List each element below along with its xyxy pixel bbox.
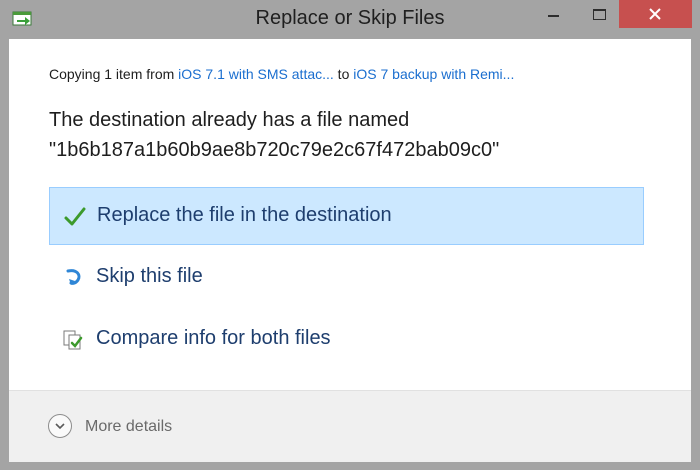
skip-file-label: Skip this file xyxy=(96,265,203,287)
replace-file-option[interactable]: Replace the file in the destination xyxy=(49,187,644,245)
copying-to: to xyxy=(333,66,354,82)
copying-summary: Copying 1 item from iOS 7.1 with SMS att… xyxy=(49,66,514,82)
conflict-message-line1: The destination already has a file named xyxy=(49,109,410,131)
copying-prefix: Copying 1 item from xyxy=(49,66,179,82)
source-link[interactable]: iOS 7.1 with SMS attac... xyxy=(178,66,334,82)
replace-file-label: Replace the file in the destination xyxy=(97,204,392,226)
more-details-label[interactable]: More details xyxy=(85,418,172,436)
compare-files-option[interactable]: Compare info for both files xyxy=(49,311,644,369)
compare-files-icon xyxy=(63,330,83,350)
chevron-down-icon xyxy=(55,423,65,430)
skip-arrow-icon xyxy=(66,269,81,285)
maximize-button[interactable] xyxy=(583,0,616,28)
title-bar[interactable]: Replace or Skip Files xyxy=(0,0,700,39)
more-details-toggle[interactable] xyxy=(48,414,72,438)
close-button[interactable] xyxy=(619,0,692,28)
conflict-filename: "1b6b187a1b60b9ae8b720c79e2c67f472bab09c… xyxy=(49,139,500,161)
compare-files-label: Compare info for both files xyxy=(96,327,331,349)
destination-link[interactable]: iOS 7 backup with Remi... xyxy=(353,66,514,82)
checkmark-icon xyxy=(64,207,86,226)
skip-file-option[interactable]: Skip this file xyxy=(49,249,644,307)
conflict-message: The destination already has a file named… xyxy=(49,105,499,165)
minimize-button[interactable] xyxy=(537,0,570,28)
dialog-footer: More details xyxy=(9,390,691,462)
close-icon xyxy=(649,8,661,20)
dialog-content: Copying 1 item from iOS 7.1 with SMS att… xyxy=(9,39,691,390)
